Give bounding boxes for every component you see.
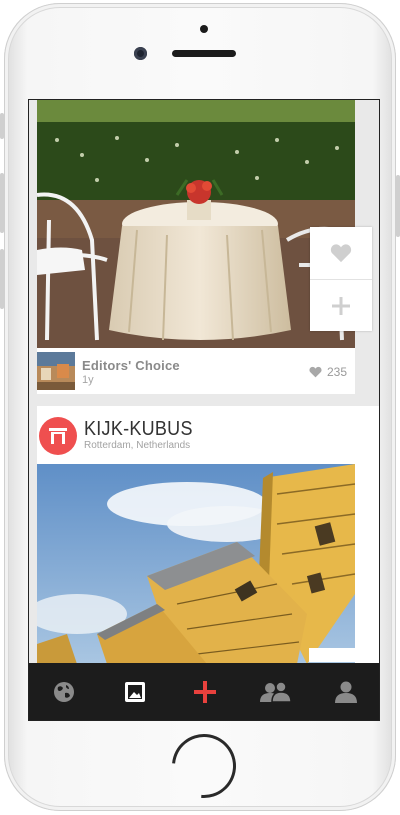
post-photo-terrace-table[interactable] [37, 100, 355, 348]
tab-add[interactable] [170, 663, 240, 720]
proximity-sensor [200, 25, 208, 33]
volume-down-button [0, 249, 4, 309]
tab-friends[interactable] [240, 663, 310, 720]
heart-icon [309, 366, 322, 378]
plus-icon [332, 297, 350, 315]
tab-explore[interactable] [29, 663, 99, 720]
place-name[interactable]: KIJK-KUBUS [84, 418, 193, 441]
post-photo-cube-houses[interactable] [37, 464, 355, 664]
power-button [396, 175, 400, 237]
plus-icon [194, 681, 217, 703]
post-actions-panel-partial [309, 648, 369, 662]
place-location: Rotterdam, Netherlands [84, 440, 191, 451]
like-count: 235 [309, 365, 347, 379]
mute-switch [0, 113, 4, 139]
tab-profile[interactable] [311, 663, 379, 720]
post-age: 1y [82, 374, 94, 386]
add-to-collection-button[interactable] [310, 279, 372, 332]
arch-logo-icon[interactable] [39, 417, 77, 455]
tab-feed[interactable] [99, 663, 169, 720]
volume-up-button [0, 173, 4, 233]
collection-thumbnail[interactable] [37, 352, 75, 390]
earpiece-speaker [172, 50, 236, 57]
app-screen: Editors' Choice 1y 235 KIJK-KUBUS Rotter… [28, 99, 380, 721]
front-camera [134, 47, 147, 60]
like-count-value: 235 [326, 365, 347, 379]
home-button[interactable] [158, 720, 250, 812]
bottom-tab-bar [29, 663, 379, 720]
profile-icon [334, 681, 357, 703]
globe-icon [54, 682, 75, 702]
phone-frame: Editors' Choice 1y 235 KIJK-KUBUS Rotter… [0, 3, 400, 812]
photo-icon [124, 682, 145, 702]
collection-title[interactable]: Editors' Choice [82, 358, 180, 373]
heart-icon [330, 244, 352, 263]
friends-icon [260, 681, 293, 703]
like-button[interactable] [310, 227, 372, 279]
post-actions-panel [310, 227, 372, 331]
post-footer: Editors' Choice 1y 235 [37, 348, 355, 394]
